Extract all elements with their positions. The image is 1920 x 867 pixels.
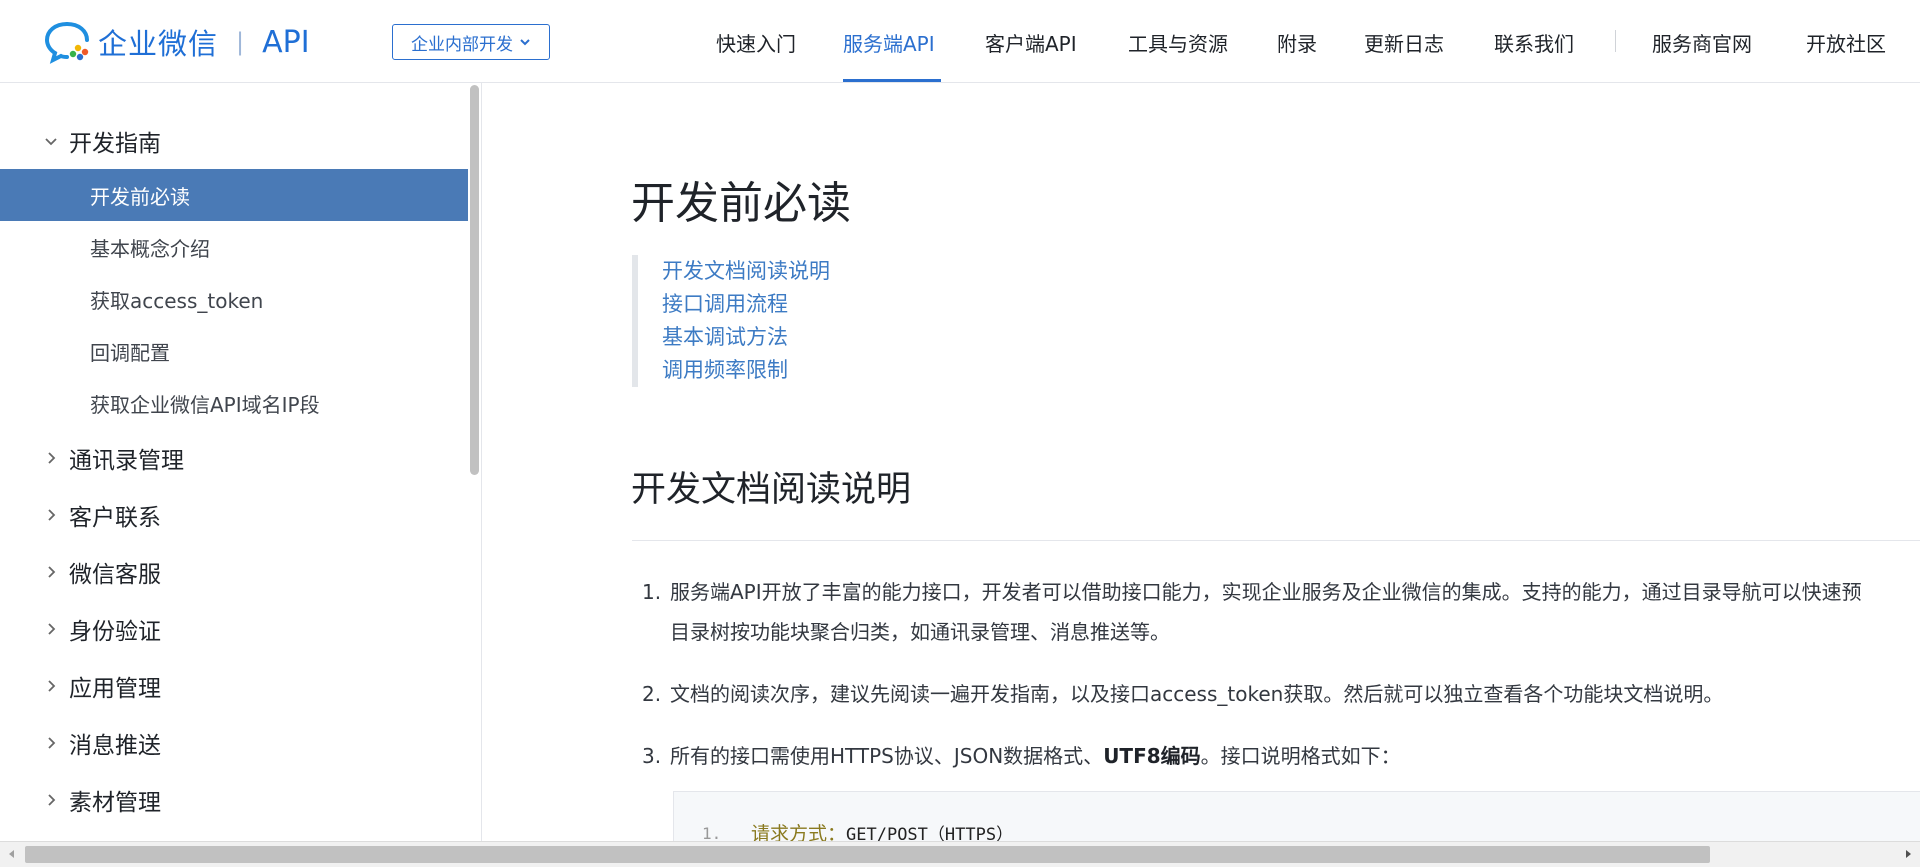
- page-title: 开发前必读: [631, 178, 851, 229]
- horizontal-scrollbar[interactable]: [0, 841, 1920, 867]
- sidebar-item-must-read[interactable]: 开发前必读: [0, 169, 468, 221]
- chevron-down-icon: [45, 138, 57, 146]
- nav-server-api[interactable]: 服务端API: [843, 28, 935, 57]
- toc-link-reading-guide[interactable]: 开发文档阅读说明: [662, 255, 830, 288]
- list-item-text: 所有的接口需使用HTTPS协议、JSON数据格式、: [670, 744, 1104, 768]
- sidebar-group-media[interactable]: 素材管理: [0, 777, 468, 823]
- code-line-number: 1.: [702, 824, 722, 841]
- code-block: 1. 请求方式：GET/POST（HTTPS）: [673, 791, 1920, 841]
- chevron-right-icon: [48, 566, 56, 578]
- logo-separator: |: [236, 28, 245, 56]
- sidebar-scrollbar[interactable]: [470, 85, 479, 475]
- sidebar-group-app-mgmt[interactable]: 应用管理: [0, 663, 468, 709]
- section-divider: [632, 540, 1920, 541]
- dev-type-select[interactable]: 企业内部开发: [392, 24, 550, 60]
- list-item-3: 3. 所有的接口需使用HTTPS协议、JSON数据格式、UTF8编码。接口说明格式…: [642, 736, 1401, 776]
- list-item-text-cont: 目录树按功能块聚合归类，如通讯录管理、消息推送等。: [670, 620, 1170, 644]
- viewport: 企业微信 | API 企业内部开发 快速入门 服务端API 客户端API 工具与…: [0, 0, 1920, 841]
- logo-text: 企业微信: [98, 27, 219, 61]
- sidebar-group-label: 客户联系: [69, 505, 161, 531]
- table-of-contents: 开发文档阅读说明 接口调用流程 基本调试方法 调用频率限制: [632, 255, 830, 387]
- sidebar-item-label: 回调配置: [90, 340, 170, 365]
- sidebar-group-label: 开发指南: [69, 131, 161, 157]
- chevron-right-icon: [48, 737, 56, 749]
- list-item-number: 3.: [642, 744, 662, 768]
- sidebar-item-label: 基本概念介绍: [90, 236, 210, 261]
- sidebar-item-basic-concepts[interactable]: 基本概念介绍: [0, 221, 468, 273]
- nav-quickstart[interactable]: 快速入门: [716, 28, 796, 57]
- toc-link-debugging[interactable]: 基本调试方法: [662, 321, 830, 354]
- chevron-down-icon: [520, 39, 530, 46]
- nav-provider-site[interactable]: 服务商官网: [1652, 28, 1752, 57]
- chevron-right-icon: [48, 680, 56, 692]
- nav-active-underline: [843, 79, 941, 82]
- sidebar-item-callback[interactable]: 回调配置: [0, 325, 468, 377]
- nav-changelog[interactable]: 更新日志: [1364, 28, 1444, 57]
- sidebar-group-label: 微信客服: [69, 562, 161, 588]
- logo-api-text: API: [262, 24, 310, 60]
- toc-link-call-flow[interactable]: 接口调用流程: [662, 288, 830, 321]
- nav-tools[interactable]: 工具与资源: [1128, 28, 1228, 57]
- top-header: 企业微信 | API 企业内部开发 快速入门 服务端API 客户端API 工具与…: [0, 0, 1920, 83]
- chevron-right-icon: [48, 452, 56, 464]
- code-key: 请求方式：: [751, 823, 847, 841]
- toc-link-rate-limit[interactable]: 调用频率限制: [662, 354, 830, 387]
- sidebar-group-wechat-kf[interactable]: 微信客服: [0, 549, 468, 595]
- main-content: 开发前必读 开发文档阅读说明 接口调用流程 基本调试方法 调用频率限制 开发文档…: [482, 83, 1920, 841]
- sidebar-group-contacts[interactable]: 通讯录管理: [0, 435, 468, 481]
- list-item-number: 2.: [642, 682, 662, 706]
- nav-contact[interactable]: 联系我们: [1494, 28, 1574, 57]
- scroll-right-arrow-icon[interactable]: [1902, 848, 1914, 860]
- list-item-bold-text: UTF8编码: [1103, 744, 1201, 768]
- sidebar-item-ip-range[interactable]: 获取企业微信API域名IP段: [0, 377, 468, 429]
- sidebar-item-label: 获取企业微信API域名IP段: [90, 392, 320, 417]
- nav-community[interactable]: 开放社区: [1806, 28, 1886, 57]
- sidebar-item-label: 获取access_token: [90, 288, 264, 313]
- sidebar: 开发指南 开发前必读 基本概念介绍 获取access_token 回调配置 获取…: [0, 83, 482, 841]
- sidebar-group-auth[interactable]: 身份验证: [0, 606, 468, 652]
- chevron-right-icon: [48, 794, 56, 806]
- nav-client-api[interactable]: 客户端API: [985, 28, 1077, 57]
- scroll-left-arrow-icon[interactable]: [6, 848, 18, 860]
- horizontal-scrollbar-thumb[interactable]: [25, 846, 1710, 863]
- sidebar-item-access-token[interactable]: 获取access_token: [0, 273, 468, 325]
- list-item-text-post: 。接口说明格式如下：: [1200, 744, 1401, 768]
- sidebar-group-label: 素材管理: [69, 790, 161, 816]
- sidebar-group-label: 消息推送: [69, 733, 161, 759]
- code-line: 请求方式：GET/POST（HTTPS）: [751, 819, 1013, 841]
- list-item-1: 1. 服务端API开放了丰富的能力接口，开发者可以借助接口能力，实现企业服务及企业…: [642, 572, 1862, 652]
- sidebar-group-label: 应用管理: [69, 676, 161, 702]
- nav-divider: [1615, 30, 1616, 52]
- wecom-logo-icon: [44, 22, 89, 64]
- list-item-2: 2. 文档的阅读次序，建议先阅读一遍开发指南，以及接口access_token获取…: [642, 674, 1723, 714]
- section-title: 开发文档阅读说明: [631, 470, 912, 510]
- sidebar-group-customer[interactable]: 客户联系: [0, 492, 468, 538]
- sidebar-group-dev-guide[interactable]: 开发指南: [0, 118, 468, 164]
- dev-type-select-label: 企业内部开发: [411, 34, 513, 55]
- list-item-text: 服务端API开放了丰富的能力接口，开发者可以借助接口能力，实现企业服务及企业微信…: [670, 580, 1862, 604]
- sidebar-group-label: 身份验证: [69, 619, 161, 645]
- chevron-right-icon: [48, 623, 56, 635]
- chevron-right-icon: [48, 509, 56, 521]
- sidebar-group-label: 通讯录管理: [69, 448, 184, 474]
- list-item-text: 文档的阅读次序，建议先阅读一遍开发指南，以及接口access_token获取。然…: [670, 682, 1724, 706]
- logo[interactable]: 企业微信 | API: [44, 22, 310, 64]
- list-item-number: 1.: [642, 580, 662, 604]
- sidebar-item-label: 开发前必读: [90, 184, 190, 209]
- nav-appendix[interactable]: 附录: [1277, 28, 1317, 57]
- sidebar-group-messages[interactable]: 消息推送: [0, 720, 468, 766]
- code-value: GET/POST（HTTPS）: [846, 825, 1014, 841]
